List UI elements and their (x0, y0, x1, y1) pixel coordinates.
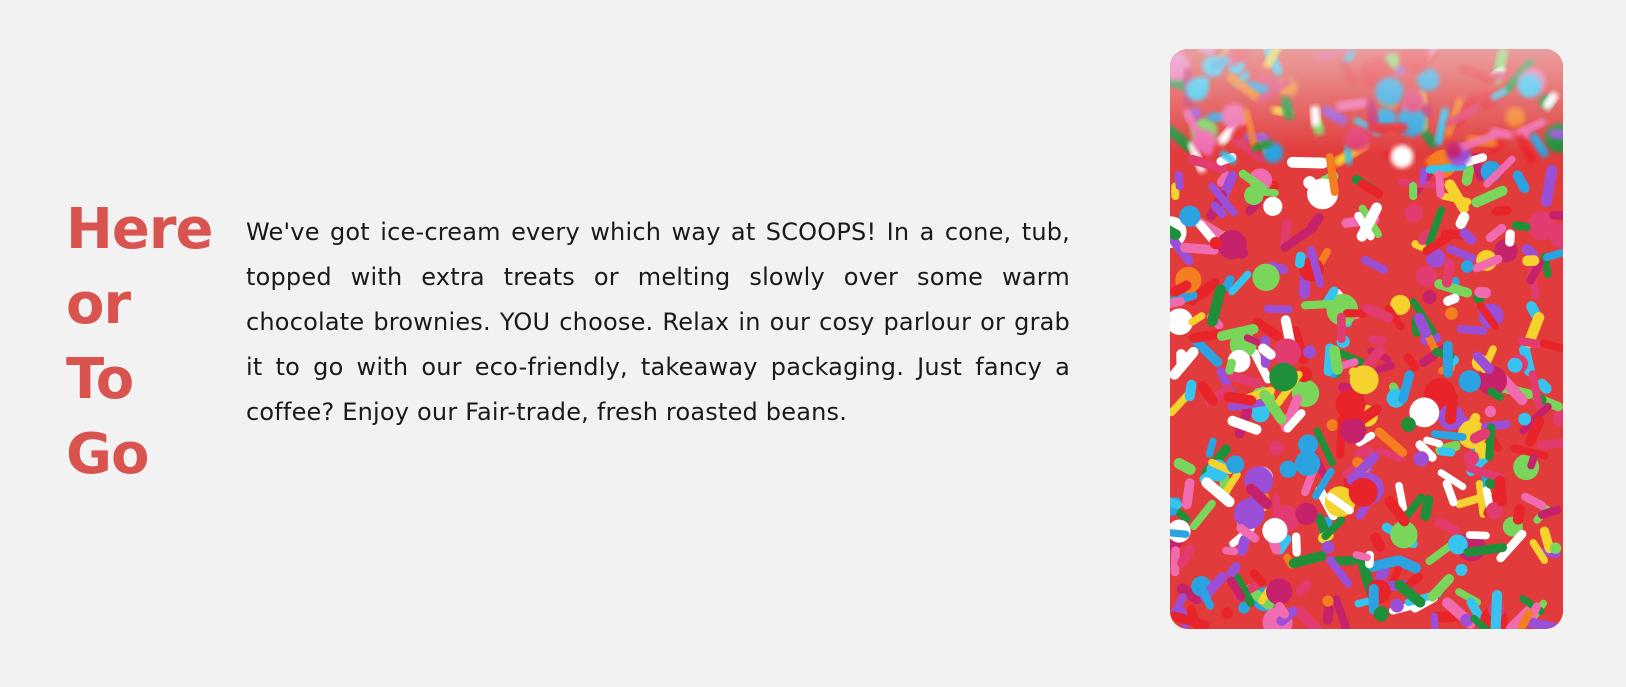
here-or-to-go-section: Here or To Go We've got ice-cream every … (0, 0, 1626, 687)
sprinkles-image (1170, 49, 1563, 629)
section-paragraph: We've got ice-cream every which way at S… (246, 218, 1070, 426)
heading-line-here: Here (66, 197, 213, 262)
sprinkles-photo (1170, 49, 1563, 629)
heading-line-go: Go (66, 422, 149, 487)
heading-line-or: or (66, 272, 131, 337)
section-heading: Here or To Go (66, 192, 216, 492)
heading-line-to: To (66, 347, 134, 412)
